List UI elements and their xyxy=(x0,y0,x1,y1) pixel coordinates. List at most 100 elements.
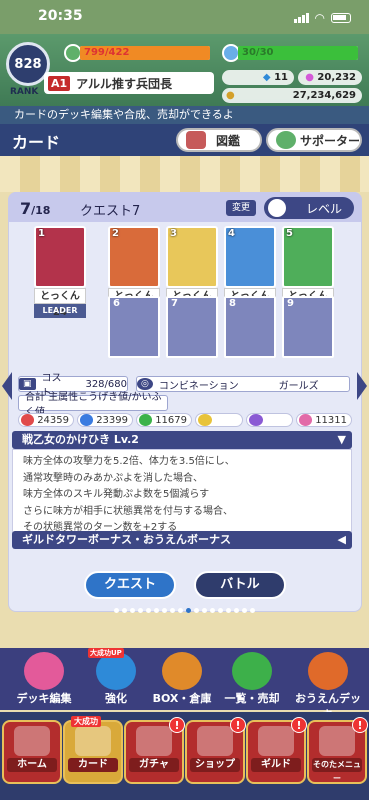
info-marquee: カードのデッキ編集や合成、売却ができるよ xyxy=(0,106,369,124)
prev-deck-arrow[interactable] xyxy=(2,372,12,400)
decor-band xyxy=(0,156,369,192)
leader-label: LEADER xyxy=(34,304,86,318)
nav-card[interactable]: カード 大成功 xyxy=(63,716,123,784)
battle-points-meter[interactable]: 30/30 xyxy=(222,44,362,62)
coin-count[interactable]: ● 20,232 xyxy=(298,70,362,85)
gold-icon: ● xyxy=(226,90,235,101)
nav-home[interactable]: ホーム xyxy=(2,720,62,784)
bonus-row[interactable]: ギルドタワーボーナス・おうえんボーナス ◀ xyxy=(12,531,352,549)
level-button[interactable]: レベル xyxy=(264,197,354,219)
gem-shop-icon xyxy=(197,726,233,756)
empty-slot-7[interactable]: 7 xyxy=(166,296,218,358)
box-icon xyxy=(162,652,202,690)
alert-badge: ! xyxy=(230,717,246,733)
nav-gacha[interactable]: ガチャ ! xyxy=(124,717,185,784)
bottom-nav: ホーム カード 大成功 ガチャ ! ショップ ! ギルド ! そのたメニュー ! xyxy=(0,712,369,800)
purple-puyo-icon xyxy=(248,414,263,426)
coin-stack-icon xyxy=(232,652,272,690)
combination-row[interactable]: ◎ コンビネーション ガールズ xyxy=(136,376,350,392)
leader-skill-title[interactable]: 戦乙女のかけひき Lv.2 ▼ xyxy=(12,431,352,449)
menu-icon xyxy=(319,726,355,756)
card-level-label: とっくん24 xyxy=(34,288,86,318)
card-art: 3 xyxy=(166,226,218,288)
page-header: カード 図鑑 サポーター xyxy=(0,124,369,156)
battery-icon xyxy=(331,13,351,23)
stat-blue: 23399 xyxy=(77,413,133,427)
card-art: 2 xyxy=(108,226,160,288)
box-storage-button[interactable]: BOX・倉庫 xyxy=(150,652,214,706)
wifi-icon: ◠ xyxy=(314,11,325,25)
nav-other-menu[interactable]: そのたメニュー ! xyxy=(307,717,368,784)
great-success-badge: 大成功 xyxy=(71,716,101,727)
card-3[interactable]: 3 とっくん28 xyxy=(166,226,218,318)
list-sell-button[interactable]: 一覧・売却 xyxy=(220,652,284,706)
alert-badge: ! xyxy=(352,717,368,733)
great-success-badge: 大成功UP xyxy=(88,648,124,658)
card-4[interactable]: 4 とっくん24 xyxy=(224,226,276,318)
house-icon xyxy=(14,726,50,756)
stats-row: 24359 23399 11679 11311 xyxy=(18,413,352,427)
supporter-button[interactable]: サポーター xyxy=(266,128,362,152)
leader-skill-text: 味方全体の攻撃力を5.2倍、体力を3.5倍にし、 通常攻撃時のみあかぷよを消した… xyxy=(12,449,352,537)
card-2[interactable]: 2 とっくん24 xyxy=(108,226,160,318)
megaphone-icon xyxy=(308,652,348,690)
book-icon xyxy=(186,131,206,149)
player-title-text: アルル推す兵団長 xyxy=(76,76,173,91)
cards-icon xyxy=(24,652,64,690)
rank-label: RANK xyxy=(10,87,39,97)
empty-slot-8[interactable]: 8 xyxy=(224,296,276,358)
stat-red: 24359 xyxy=(18,413,74,427)
quest-button[interactable]: クエスト xyxy=(84,571,176,599)
next-deck-arrow[interactable] xyxy=(357,372,367,400)
alert-badge: ! xyxy=(169,717,185,733)
card-art: 4 xyxy=(224,226,276,288)
signal-icon xyxy=(293,13,309,23)
title-rank-badge: A1 xyxy=(48,75,71,91)
stat-yellow xyxy=(195,413,243,427)
chevron-left-icon: ◀ xyxy=(337,533,346,546)
card-1[interactable]: 1 とっくん24 LEADER xyxy=(34,226,86,318)
heart-icon xyxy=(299,414,313,426)
refresh-icon xyxy=(268,199,286,217)
deck-pagination xyxy=(114,608,255,613)
encyclopedia-button[interactable]: 図鑑 xyxy=(176,128,262,152)
player-header: 828 RANK 799/422 30/30 A1 アルル推す兵団長 ◆ 11 … xyxy=(0,34,369,106)
empty-slot-6[interactable]: 6 xyxy=(108,296,160,358)
card-art: 5 xyxy=(282,226,334,288)
currency-row-1: ◆ 11 ● 20,232 xyxy=(222,70,362,85)
clock: 20:35 xyxy=(38,8,83,24)
combination-value: ガールズ xyxy=(278,380,319,392)
nav-guild[interactable]: ギルド ! xyxy=(246,717,307,784)
status-icons: ◠ xyxy=(293,11,351,25)
battle-points-value: 30/30 xyxy=(242,47,274,58)
guild-icon xyxy=(258,726,294,756)
card-icon xyxy=(75,726,111,756)
stat-purple xyxy=(245,413,293,427)
gem-icon: ◆ xyxy=(262,72,275,83)
change-deck-name-button[interactable]: 変更 xyxy=(226,200,256,216)
player-title[interactable]: A1 アルル推す兵団長 xyxy=(44,72,214,94)
alert-badge: ! xyxy=(291,717,307,733)
yellow-puyo-icon xyxy=(198,414,212,426)
enhance-button[interactable]: 強化 大成功UP xyxy=(84,648,148,706)
page-title: カード xyxy=(12,133,61,152)
deck-edit-button[interactable]: デッキ編集 xyxy=(12,652,76,706)
gem-count[interactable]: ◆ 11 xyxy=(222,70,294,85)
green-puyo-icon xyxy=(139,414,153,426)
card-5[interactable]: 5 とっくん21 xyxy=(282,226,334,318)
battle-button[interactable]: バトル xyxy=(194,571,286,599)
leaf-icon xyxy=(276,131,296,149)
stamina-meter[interactable]: 799/422 xyxy=(64,44,214,62)
card-sub-nav: デッキ編集 強化 大成功UP BOX・倉庫 一覧・売却 おうえんデッキ xyxy=(0,648,369,721)
current-page-dot xyxy=(186,608,191,613)
card-art: 1 xyxy=(34,226,86,288)
total-stats-label: 合計 主属性こうげき値/かいふく値 xyxy=(18,392,168,418)
stat-heart: 11311 xyxy=(296,413,352,427)
deck-name: クエスト7 xyxy=(80,204,141,219)
empty-slot-9[interactable]: 9 xyxy=(282,296,334,358)
nav-shop[interactable]: ショップ ! xyxy=(185,717,246,784)
chevron-down-icon: ▼ xyxy=(337,433,346,446)
gold-count[interactable]: ● 27,234,629 xyxy=(222,88,362,103)
deck-number: 7/18 xyxy=(20,199,51,218)
red-puyo-icon xyxy=(21,414,35,426)
